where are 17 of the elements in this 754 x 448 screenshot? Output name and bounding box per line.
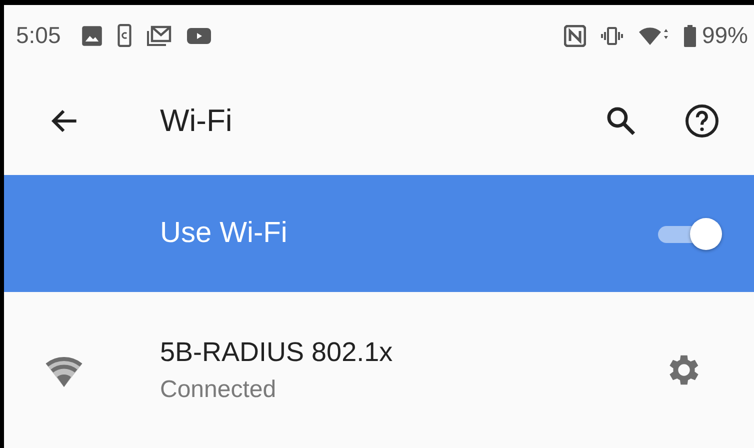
network-status: Connected (160, 376, 278, 404)
status-time: 5:05 (16, 22, 61, 49)
battery-percent: 99% (702, 22, 748, 49)
help-icon[interactable] (684, 102, 720, 138)
battery-icon (684, 24, 696, 46)
screen-title: Wi-Fi (160, 102, 232, 138)
vibrate-icon (600, 26, 624, 46)
nfc-icon (564, 24, 586, 46)
phone-notification-icon (116, 24, 132, 47)
network-row[interactable]: 5B-RADIUS 802.1x Connected (4, 292, 754, 448)
network-name: 5B-RADIUS 802.1x (160, 336, 393, 368)
switch-label: Use Wi-Fi (160, 217, 288, 250)
wifi-signal-icon (638, 24, 670, 46)
image-notification-icon (80, 24, 103, 46)
mail-notification-icon (146, 24, 172, 46)
master-switch-bar[interactable]: Use Wi-Fi (4, 175, 754, 292)
play-notification-icon (186, 26, 212, 46)
